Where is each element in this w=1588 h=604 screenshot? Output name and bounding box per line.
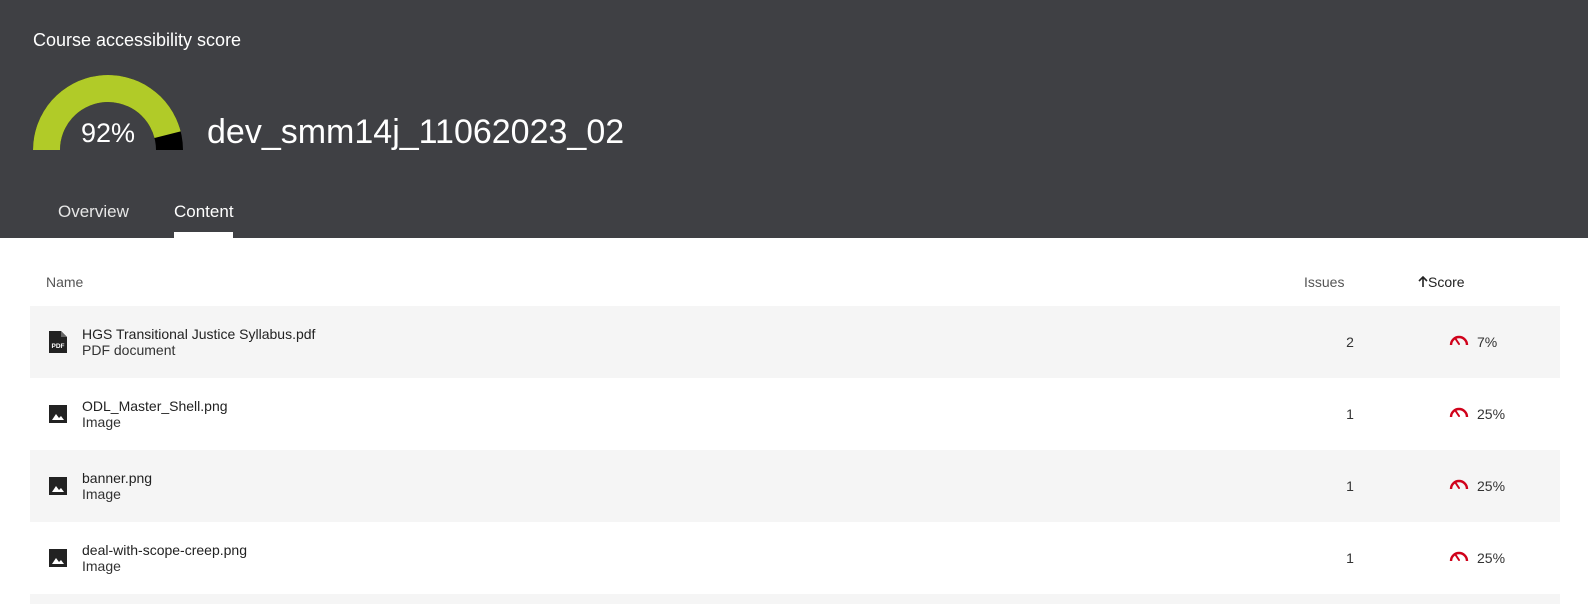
course-name: dev_smm14j_11062023_02 xyxy=(207,113,625,151)
score-value: 7% xyxy=(1477,334,1498,350)
image-icon xyxy=(49,477,67,495)
file-type: Image xyxy=(82,486,121,502)
file-name: ODL_Master_Shell.png xyxy=(82,398,228,414)
gauge-score-value: 92% xyxy=(80,118,136,148)
tab-content[interactable]: Content xyxy=(174,202,234,222)
image-icon xyxy=(49,405,67,423)
score-value: 25% xyxy=(1477,406,1506,422)
file-name: banner.png xyxy=(82,470,153,486)
table-row[interactable]: deal-with-scope-creep.png Image 1 25% xyxy=(30,522,1560,594)
tab-overview[interactable]: Overview xyxy=(58,202,129,222)
issues-count: 1 xyxy=(1346,478,1354,494)
active-tab-indicator xyxy=(174,232,233,238)
file-name: HGS Transitional Justice Syllabus.pdf xyxy=(82,326,316,342)
table-row[interactable] xyxy=(30,594,1560,604)
column-header-issues[interactable]: Issues xyxy=(1304,274,1344,290)
score-value: 25% xyxy=(1477,478,1506,494)
issues-count: 2 xyxy=(1346,334,1354,350)
page-title: Course accessibility score xyxy=(33,30,242,50)
table-row[interactable]: ODL_Master_Shell.png Image 1 25% xyxy=(30,378,1560,450)
file-name: deal-with-scope-creep.png xyxy=(82,542,247,558)
column-header-score[interactable]: Score xyxy=(1418,274,1465,290)
table-row[interactable]: banner.png Image 1 25% xyxy=(30,450,1560,522)
issues-count: 1 xyxy=(1346,406,1354,422)
file-type: PDF document xyxy=(82,342,176,358)
sort-ascending-icon xyxy=(1418,275,1428,287)
course-header: Course accessibility score 92% dev_smm14… xyxy=(0,0,1588,238)
issues-count: 1 xyxy=(1346,550,1354,566)
low-score-gauge-icon xyxy=(1449,479,1469,490)
column-header-score-label: Score xyxy=(1428,274,1465,290)
file-type: Image xyxy=(82,414,121,430)
table-row[interactable]: PDF HGS Transitional Justice Syllabus.pd… xyxy=(30,306,1560,378)
svg-text:PDF: PDF xyxy=(52,343,65,350)
low-score-gauge-icon xyxy=(1449,335,1469,346)
score-value: 25% xyxy=(1477,550,1506,566)
low-score-gauge-icon xyxy=(1449,407,1469,418)
file-type: Image xyxy=(82,558,121,574)
column-header-name[interactable]: Name xyxy=(46,274,83,290)
low-score-gauge-icon xyxy=(1449,551,1469,562)
pdf-icon: PDF xyxy=(49,331,67,353)
image-icon xyxy=(49,549,67,567)
